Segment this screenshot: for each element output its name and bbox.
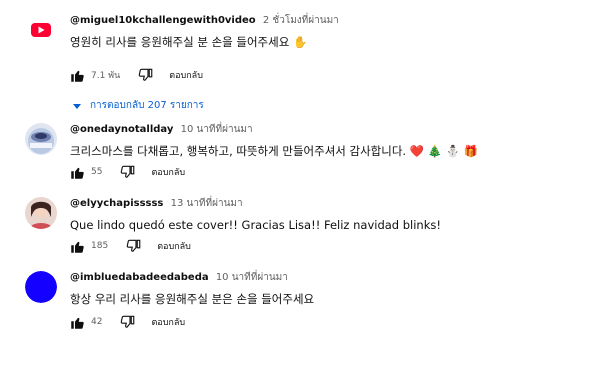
comment-text: 크리스마스를 다채롭고, 행복하고, 따뜻하게 만들어주셔서 감사합니다. ❤️… — [70, 144, 478, 158]
author-name[interactable]: @miguel10kchallengewith0video — [70, 15, 256, 26]
like-count: 185 — [91, 241, 109, 251]
author-name[interactable]: @imbluedabadeedabeda — [70, 272, 209, 283]
author-name[interactable]: @elyychapisssss — [70, 198, 163, 209]
reply-button[interactable]: ตอบกลับ — [151, 315, 185, 329]
avatar[interactable] — [25, 271, 57, 303]
comment-time[interactable]: 2 ชั่วโมงที่ผ่านมา — [263, 15, 339, 26]
reply-button[interactable]: ตอบกลับ — [157, 239, 191, 253]
thumbs-up-icon[interactable] — [70, 68, 85, 83]
comment-text: 영원히 리사를 응원해주실 분 손을 들어주세요 ✋ — [70, 35, 308, 49]
comment-actions: 7.1 พัน ตอบกลับ — [70, 66, 203, 84]
avatar[interactable] — [25, 123, 57, 155]
thumbs-down-icon[interactable] — [126, 239, 141, 254]
reply-button[interactable]: ตอบกลับ — [169, 68, 203, 82]
view-replies-button[interactable]: การตอบกลับ 207 รายการ — [72, 98, 204, 113]
chevron-down-icon — [73, 103, 81, 109]
author-name[interactable]: @onedaynotallday — [70, 124, 173, 135]
comment-header: @elyychapisssss 13 นาทีที่ผ่านมา — [70, 197, 243, 211]
comment-actions: 42 ตอบกลับ — [70, 313, 185, 331]
comment-header: @miguel10kchallengewith0video 2 ชั่วโมงท… — [70, 14, 339, 28]
comment-text: Que lindo quedó este cover!! Gracias Lis… — [70, 218, 441, 232]
thumbs-up-icon[interactable] — [70, 165, 85, 180]
comment-header: @imbluedabadeedabeda 10 นาทีที่ผ่านมา — [70, 271, 288, 285]
comment-actions: 55 ตอบกลับ — [70, 163, 185, 181]
like-count: 7.1 พัน — [91, 71, 121, 81]
like-count: 42 — [91, 317, 103, 327]
avatar[interactable] — [25, 197, 57, 229]
comment-thread: @miguel10kchallengewith0video 2 ชั่วโมงท… — [0, 14, 597, 124]
avatar[interactable] — [25, 14, 57, 46]
comment-text: 항상 우리 리사를 응원해주실 분은 손을 들어주세요 — [70, 292, 315, 306]
thumbs-down-icon[interactable] — [138, 68, 153, 83]
comment-time[interactable]: 10 นาทีที่ผ่านมา — [181, 124, 253, 135]
avatar-image — [25, 123, 57, 155]
comment-actions: 185 ตอบกลับ — [70, 237, 191, 255]
replies-label: การตอบกลับ 207 รายการ — [90, 100, 204, 111]
avatar-image — [25, 271, 57, 303]
thumbs-up-icon[interactable] — [70, 315, 85, 330]
like-count: 55 — [91, 167, 103, 177]
thumbs-up-icon[interactable] — [70, 239, 85, 254]
comment-time[interactable]: 10 นาทีที่ผ่านมา — [216, 272, 288, 283]
comment-header: @onedaynotallday 10 นาทีที่ผ่านมา — [70, 123, 253, 137]
comment-thread: @imbluedabadeedabeda 10 นาทีที่ผ่านมา 항상… — [0, 271, 597, 381]
reply-button[interactable]: ตอบกลับ — [151, 165, 185, 179]
avatar-image — [25, 197, 57, 229]
youtube-logo-icon — [25, 14, 57, 46]
thumbs-down-icon[interactable] — [120, 315, 135, 330]
thumbs-down-icon[interactable] — [120, 165, 135, 180]
comment-time[interactable]: 13 นาทีที่ผ่านมา — [171, 198, 243, 209]
